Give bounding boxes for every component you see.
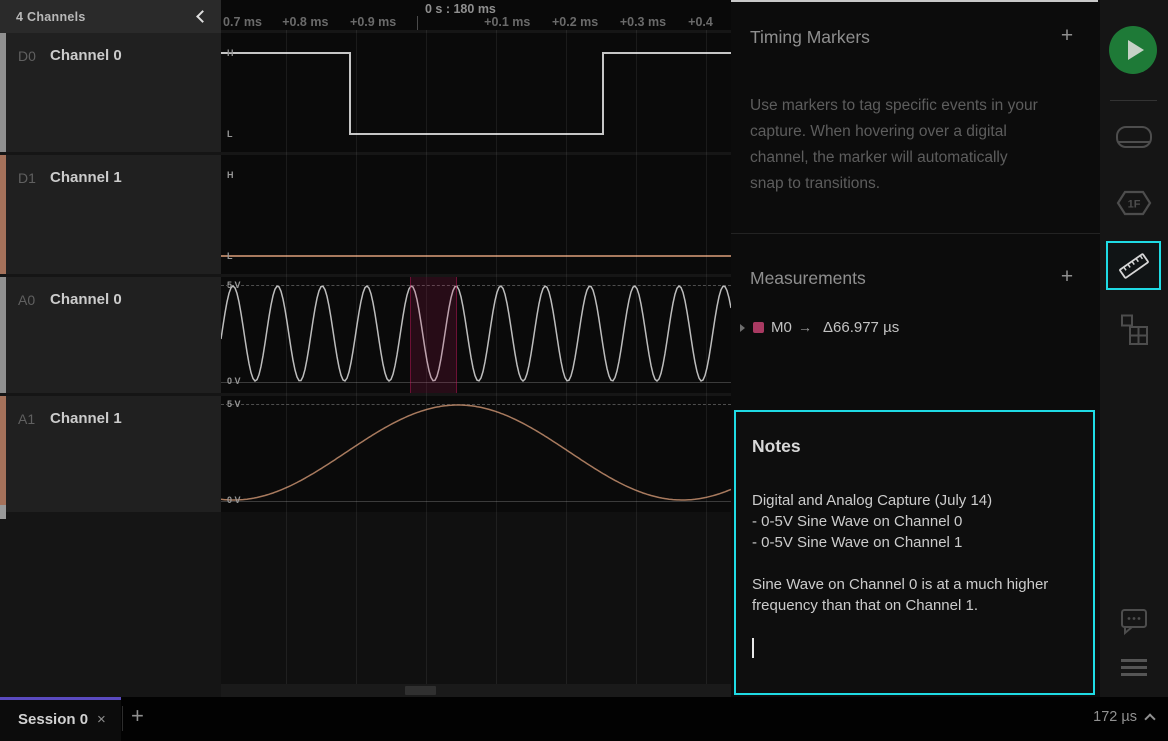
channel-count-label: 4 Channels	[16, 10, 198, 24]
timeline-tick-label: +0.8 ms	[282, 15, 328, 29]
channel-row-a1[interactable]: A1 Channel 1	[0, 396, 221, 512]
channel-color-strip	[0, 277, 6, 393]
measurement-highlight-region[interactable]	[410, 277, 457, 393]
tab-divider	[122, 706, 123, 731]
channel-id: A1	[18, 411, 35, 427]
measure-tool-button-selected[interactable]	[1106, 241, 1161, 290]
chevron-up-icon	[1144, 713, 1155, 724]
channel-color-strip	[0, 33, 6, 152]
wave-row-a0[interactable]: 5 V 0 V	[221, 277, 731, 393]
channel-color-strip	[0, 155, 6, 274]
digital-waveform-d0	[221, 33, 731, 152]
measurement-id: M0	[771, 319, 792, 336]
logic-analyzer-app: H L H L 5 V 0 V 5 V 0 V 0 s :	[0, 0, 1168, 741]
add-timing-marker-button[interactable]: +	[1056, 26, 1078, 48]
level-label-high: H	[227, 48, 234, 58]
measurement-row[interactable]: M0 → Δ66.977 µs	[731, 318, 1100, 340]
analyzers-icon[interactable]	[1117, 314, 1149, 347]
device-icon[interactable]	[1115, 125, 1153, 154]
add-measurement-button[interactable]: +	[1056, 267, 1078, 289]
channel-row-a0[interactable]: A0 Channel 0	[0, 277, 221, 393]
horizontal-scrollbar-track[interactable]	[221, 684, 731, 697]
capture-duration-control[interactable]: 172 µs	[1093, 709, 1154, 725]
measurements-title: Measurements	[750, 268, 866, 289]
close-session-icon[interactable]: ×	[97, 711, 106, 728]
session-tab[interactable]: Session 0 ×	[0, 697, 121, 741]
timing-markers-title: Timing Markers	[750, 27, 870, 48]
channel-name: Channel 1	[50, 410, 122, 427]
new-session-button[interactable]: +	[131, 703, 144, 729]
channel-row-d0[interactable]: D0 Channel 0	[0, 33, 221, 152]
wave-row-a1[interactable]: 5 V 0 V	[221, 396, 731, 512]
feedback-chat-icon[interactable]	[1118, 606, 1150, 636]
device-config-icon[interactable]: 1F	[1115, 189, 1153, 217]
session-bar: Session 0 × + 172 µs	[0, 697, 1168, 741]
timeline-tick-label: 0.7 ms	[223, 15, 262, 29]
capture-duration-label: 172 µs	[1093, 709, 1137, 725]
notes-editor[interactable]: Digital and Analog Capture (July 14) - 0…	[752, 490, 1072, 616]
timeline-absolute-tick	[417, 16, 418, 30]
channel-name: Channel 0	[50, 291, 122, 308]
channel-name: Channel 0	[50, 47, 122, 64]
level-label-0v: 0 V	[227, 376, 241, 386]
start-capture-button[interactable]	[1109, 26, 1157, 74]
level-label-low: L	[227, 251, 233, 261]
collapse-sidebar-icon[interactable]	[196, 10, 209, 23]
empty-track-area	[221, 512, 731, 684]
level-label-5v: 5 V	[227, 399, 241, 409]
arrow-right-icon: →	[798, 319, 812, 335]
wave-row-d0[interactable]: H L	[221, 33, 731, 152]
wave-row-d1[interactable]: H L	[221, 155, 731, 274]
channel-color-strip	[0, 396, 6, 512]
measurement-color-swatch	[753, 322, 764, 333]
svg-text:1F: 1F	[1128, 199, 1141, 211]
expand-measurement-icon[interactable]	[740, 324, 745, 332]
toolbar-divider	[1110, 100, 1157, 101]
channel-id: D0	[18, 48, 36, 64]
analog-waveform-a0	[221, 277, 731, 393]
channel-id: D1	[18, 170, 36, 186]
timeline-tick-label: +0.9 ms	[350, 15, 396, 29]
timeline-tick-label: +0.2 ms	[552, 15, 598, 29]
session-tab-label: Session 0	[18, 711, 88, 728]
right-toolbar: 1F	[1100, 0, 1168, 697]
channel-row-d1[interactable]: D1 Channel 1	[0, 155, 221, 274]
timeline-tick-label: +0.1 ms	[484, 15, 530, 29]
notes-section[interactable]: Notes Digital and Analog Capture (July 1…	[734, 410, 1095, 695]
level-label-high: H	[227, 170, 234, 180]
panel-top-accent	[731, 0, 1098, 2]
level-label-5v: 5 V	[227, 280, 241, 290]
channel-name: Channel 1	[50, 169, 122, 186]
timeline-tick-label: +0.4	[688, 15, 713, 29]
text-caret	[752, 638, 754, 658]
play-icon	[1128, 40, 1144, 60]
timeline-absolute-label: 0 s : 180 ms	[425, 2, 496, 16]
timeline-ruler[interactable]: 0 s : 180 ms 0.7 ms +0.8 ms +0.9 ms +0.1 ms…	[221, 0, 731, 30]
measurement-value: Δ66.977 µs	[823, 319, 899, 336]
channel-id: A0	[18, 292, 35, 308]
timing-markers-description: Use markers to tag specific events in yo…	[750, 93, 1074, 197]
section-divider	[731, 233, 1100, 234]
level-label-low: L	[227, 129, 233, 139]
analog-waveform-a1	[221, 396, 731, 512]
waveform-area[interactable]: H L H L 5 V 0 V 5 V 0 V 0 s :	[221, 0, 731, 697]
vertical-scrollbar-thumb[interactable]	[0, 505, 6, 519]
ruler-icon	[1116, 249, 1152, 283]
main-menu-icon[interactable]	[1119, 655, 1149, 681]
digital-waveform-d1	[221, 155, 731, 274]
notes-title: Notes	[752, 436, 801, 457]
channel-sidebar: D0 Channel 0 D1 Channel 1 A0 Channel 0 A…	[0, 0, 221, 697]
side-panel: Timing Markers + Use markers to tag spec…	[731, 0, 1100, 697]
level-label-0v: 0 V	[227, 495, 241, 505]
channel-list-header: 4 Channels	[0, 0, 221, 33]
timeline-tick-label: +0.3 ms	[620, 15, 666, 29]
horizontal-scrollbar-thumb[interactable]	[405, 686, 436, 695]
